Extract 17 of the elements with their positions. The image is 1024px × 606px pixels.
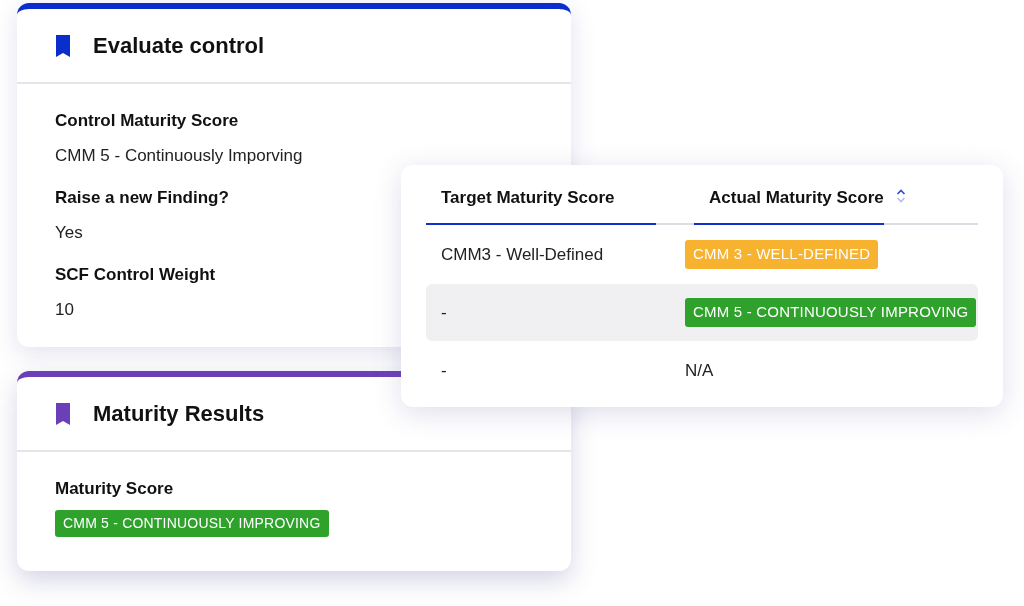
table-cell-text: CMM3 - Well-Defined [441,243,604,266]
table-cell-text: N/A [685,359,714,382]
field-value: CMM 5 - Continuously Imporving [55,145,303,167]
status-badge: CMM 5 - CONTINUOUSLY IMPROVING [55,510,329,537]
status-badge: CMM 3 - WELL-DEFINED [685,240,879,269]
table-cell-text: - [441,301,447,324]
status-badge: CMM 5 - CONTINUOUSLY IMPROVING [685,298,977,327]
field-label: SCF Control Weight [55,264,216,286]
field-label: Maturity Score [55,478,174,500]
card-title: Evaluate control [93,32,265,60]
field-label: Raise a new Finding? [55,187,229,209]
card-title: Maturity Results [93,400,265,428]
field-label: Control Maturity Score [55,110,239,132]
field-value: 10 [55,299,74,321]
sort-icon[interactable] [896,188,906,204]
table-cell-text: - [441,359,447,382]
field-value: Yes [55,222,83,244]
